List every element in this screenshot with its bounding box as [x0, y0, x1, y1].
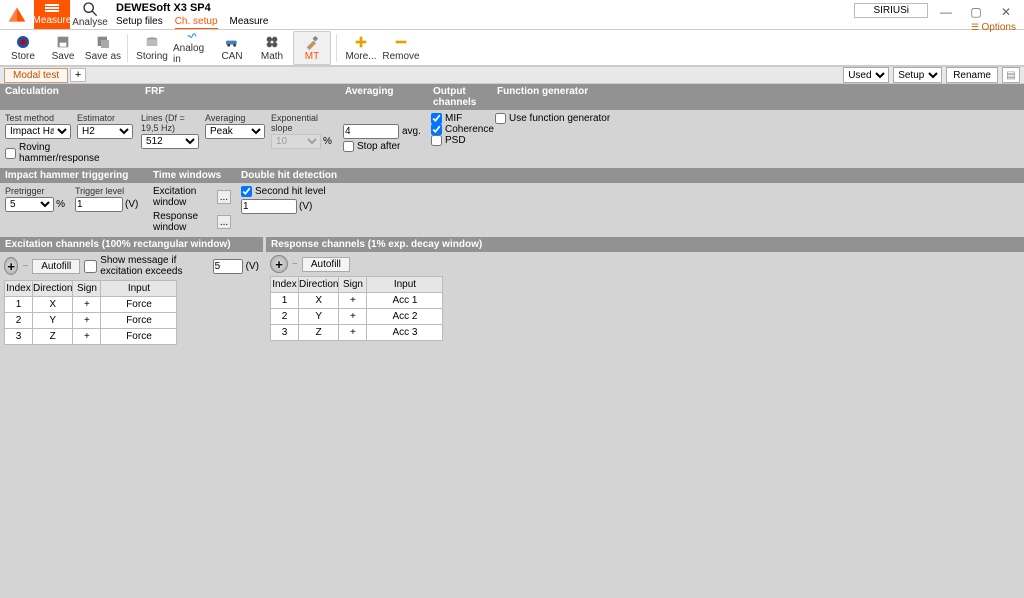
mode-tab-analyse-label: Analyse: [72, 17, 108, 28]
label-test-method: Test method: [5, 113, 67, 123]
filter-select-used[interactable]: Used: [843, 67, 889, 83]
store-button[interactable]: Store: [4, 31, 42, 65]
excitation-table: Index Direction Sign Input 1X+Force 2Y+F…: [4, 280, 177, 345]
select-pretrigger[interactable]: 5: [5, 197, 54, 212]
tab-add[interactable]: +: [70, 68, 86, 82]
app-title: DEWESoft X3 SP4: [116, 0, 848, 14]
options-link[interactable]: ☰ Options: [971, 22, 1016, 33]
can-button[interactable]: CAN: [213, 31, 251, 65]
chk-mif[interactable]: [431, 113, 442, 124]
excitation-panel-header: Excitation channels (100% rectangular wi…: [0, 237, 263, 252]
label-pretrigger: Pretrigger: [5, 186, 65, 196]
analogin-button[interactable]: Analog in: [173, 31, 211, 65]
table-row[interactable]: 1X+Acc 1: [271, 293, 443, 309]
remove-response-icon[interactable]: −: [292, 259, 298, 270]
chk-use-fg[interactable]: [495, 113, 506, 124]
hdr-fg: Function generator: [492, 84, 593, 110]
hdr-averaging: Averaging: [340, 84, 428, 110]
autofill-response-button[interactable]: Autofill: [302, 257, 350, 272]
response-panel-header: Response channels (1% exp. decay window): [266, 237, 1024, 252]
mode-tab-measure[interactable]: Measure: [34, 0, 70, 29]
select-averaging[interactable]: Peak: [205, 124, 265, 139]
label-exc-window: Excitation window: [153, 186, 214, 208]
hdr-calculation: Calculation: [0, 84, 140, 110]
input-avg-count[interactable]: [343, 124, 399, 139]
table-row[interactable]: 2Y+Force: [5, 313, 177, 329]
chk-stop-after[interactable]: [343, 141, 354, 152]
mt-button[interactable]: MT: [293, 31, 331, 65]
filter-select-setup[interactable]: Setup: [893, 67, 942, 83]
subtab-measure[interactable]: Measure: [230, 16, 269, 29]
add-response-button[interactable]: +: [270, 255, 288, 273]
rename-button[interactable]: Rename: [946, 67, 998, 83]
chk-second-hit[interactable]: [241, 186, 252, 197]
window-maximize-button[interactable]: ▢: [964, 3, 988, 21]
module-tabbar: Modal test + Used Setup Rename ▤: [0, 66, 1024, 84]
hdr-double: Double hit detection: [236, 168, 342, 183]
input-trigger-level[interactable]: [75, 197, 123, 212]
hdr-output: Output channels: [428, 84, 492, 110]
response-table: Index Direction Sign Input 1X+Acc 1 2Y+A…: [270, 276, 443, 341]
math-button[interactable]: Math: [253, 31, 291, 65]
label-resp-window: Response window: [153, 211, 214, 233]
more-button[interactable]: More...: [342, 31, 380, 65]
chk-coherence[interactable]: [431, 124, 442, 135]
exc-window-button[interactable]: ...: [217, 190, 231, 204]
app-logo: [0, 0, 34, 29]
chk-psd[interactable]: [431, 135, 442, 146]
save-button[interactable]: Save: [44, 31, 82, 65]
saveas-button[interactable]: Save as: [84, 31, 122, 65]
list-icon-button[interactable]: ▤: [1002, 67, 1020, 83]
table-row[interactable]: 3Z+Force: [5, 329, 177, 345]
remove-button[interactable]: Remove: [382, 31, 420, 65]
table-row[interactable]: 1X+Force: [5, 297, 177, 313]
add-excitation-button[interactable]: +: [4, 257, 18, 275]
hdr-impact: Impact hammer triggering: [0, 168, 148, 183]
label-averaging: Averaging: [205, 113, 261, 123]
chk-roving[interactable]: [5, 148, 16, 159]
window-close-button[interactable]: ✕: [994, 3, 1018, 21]
hdr-timewin: Time windows: [148, 168, 236, 183]
table-row[interactable]: 3Z+Acc 3: [271, 325, 443, 341]
tab-modal-test[interactable]: Modal test: [4, 68, 68, 83]
select-lines[interactable]: 512: [141, 134, 199, 149]
chk-show-msg[interactable]: [84, 260, 97, 273]
input-second-hit[interactable]: [241, 199, 297, 214]
window-minimize-button[interactable]: —: [934, 3, 958, 21]
device-label[interactable]: SIRIUSi: [854, 3, 928, 18]
select-exp-slope: 10: [271, 134, 321, 149]
autofill-excitation-button[interactable]: Autofill: [32, 259, 80, 274]
hdr-frf: FRF: [140, 84, 340, 110]
resp-window-button[interactable]: ...: [217, 215, 231, 229]
subtab-ch-setup[interactable]: Ch. setup: [175, 16, 218, 29]
subtabs: Setup files Ch. setup Measure: [116, 14, 848, 29]
titlebar: Measure Analyse DEWESoft X3 SP4 Setup fi…: [0, 0, 1024, 30]
label-estimator: Estimator: [77, 113, 131, 123]
mode-tab-analyse[interactable]: Analyse: [70, 0, 110, 29]
subtab-setup-files[interactable]: Setup files: [116, 16, 163, 29]
input-show-msg-val[interactable]: [213, 259, 243, 274]
select-estimator[interactable]: H2: [77, 124, 133, 139]
mode-tab-measure-label: Measure: [33, 15, 72, 26]
select-test-method[interactable]: Impact Hammer: [5, 124, 71, 139]
section-header-row-2: Impact hammer triggering Time windows Do…: [0, 168, 1024, 183]
label-show-msg: Show message if excitation exceeds: [100, 255, 209, 277]
toolbar: Store Save Save as Storing Analog in CAN…: [0, 30, 1024, 66]
table-row[interactable]: 2Y+Acc 2: [271, 309, 443, 325]
remove-excitation-icon[interactable]: −: [22, 261, 28, 272]
label-lines: Lines (Df = 19,5 Hz): [141, 113, 195, 133]
label-exp-slope: Exponential slope: [271, 113, 333, 133]
storing-button[interactable]: Storing: [133, 31, 171, 65]
label-trigger-level: Trigger level: [75, 186, 143, 196]
section-header-row-1: Calculation FRF Averaging Output channel…: [0, 84, 1024, 110]
